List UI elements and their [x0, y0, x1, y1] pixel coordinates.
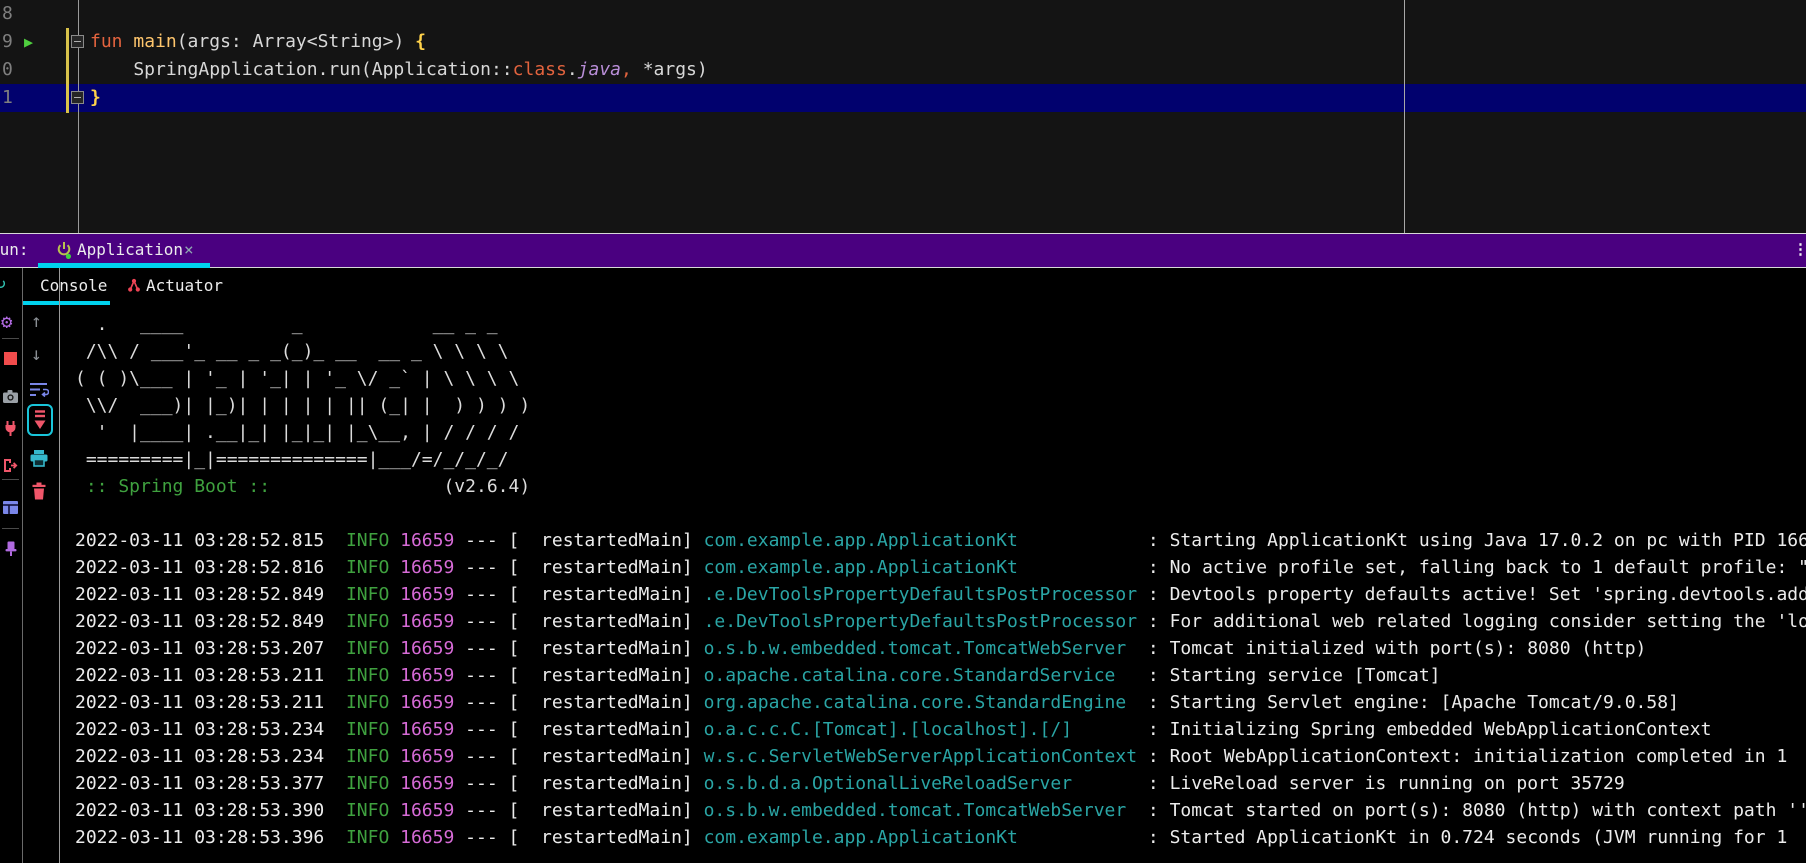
scroll-to-end-icon [32, 409, 48, 431]
right-margin-guide [1404, 0, 1405, 233]
fold-start-icon[interactable] [71, 35, 84, 48]
toolbar-divider [2, 338, 19, 339]
log-line: 2022-03-11 03:28:53.207 INFO 16659 --- [… [75, 638, 1646, 659]
toolbar-divider [2, 528, 19, 529]
console-view-tabs: Console Actuator [0, 268, 1806, 305]
fold-end-icon[interactable] [71, 91, 84, 104]
more-options-icon[interactable]: ⋮ [1793, 234, 1806, 267]
console-output[interactable]: . ____ _ __ _ _ /\\ / ___'_ __ _ _(_)_ _… [60, 311, 1806, 863]
soft-wrap-icon[interactable] [29, 381, 49, 398]
ide-window: 8901 ▶ fun main(args: Array<String>) { S… [0, 0, 1806, 863]
run-gutter-icon[interactable]: ▶ [24, 28, 33, 56]
log-line: 2022-03-11 03:28:53.211 INFO 16659 --- [… [75, 692, 1679, 713]
print-icon[interactable] [29, 449, 49, 467]
log-line: 2022-03-11 03:28:53.211 INFO 16659 --- [… [75, 665, 1441, 686]
log-line: 2022-03-11 03:28:52.849 INFO 16659 --- [… [75, 611, 1806, 632]
exit-process-icon[interactable] [2, 457, 19, 474]
log-line: 2022-03-11 03:28:53.396 INFO 16659 --- [… [75, 827, 1787, 848]
settings-gear-icon[interactable]: ⚙ [1, 313, 12, 331]
pin-tab-icon[interactable] [3, 540, 19, 557]
active-console-tab-underline [22, 301, 110, 305]
rerun-icon[interactable]: ↻ [0, 274, 6, 292]
log-line: 2022-03-11 03:28:53.377 INFO 16659 --- [… [75, 773, 1625, 794]
code-line: } [90, 84, 101, 112]
caret-line-highlight [0, 84, 1806, 112]
toolbar-separator [22, 268, 23, 863]
modified-lines-bar [66, 28, 69, 113]
toolbar-divider [2, 479, 19, 480]
log-line: 2022-03-11 03:28:52.849 INFO 16659 --- [… [75, 584, 1806, 605]
plug-hotswap-icon[interactable] [2, 420, 19, 437]
tab-console[interactable]: Console [40, 268, 107, 305]
log-line: 2022-03-11 03:28:53.234 INFO 16659 --- [… [75, 719, 1711, 740]
tab-actuator[interactable]: Actuator [146, 268, 223, 305]
up-stack-trace-icon[interactable]: ↑ [31, 313, 42, 331]
spring-run-config-icon [55, 240, 73, 260]
code-editor[interactable]: 8901 ▶ fun main(args: Array<String>) { S… [0, 0, 1806, 233]
line-number: 9 [2, 28, 16, 56]
camera-thread-dump-icon[interactable] [2, 389, 19, 404]
log-line: 2022-03-11 03:28:53.390 INFO 16659 --- [… [75, 800, 1806, 821]
code-line: SpringApplication.run(Application::class… [90, 56, 708, 84]
run-toolwindow-header: Run: Application × ⋮ [0, 234, 1806, 267]
clear-all-trash-icon[interactable] [31, 482, 47, 500]
run-window-title: Run: [0, 234, 29, 267]
log-line: 2022-03-11 03:28:52.816 INFO 16659 --- [… [75, 557, 1806, 578]
down-stack-trace-icon[interactable]: ↓ [31, 346, 42, 364]
code-line: fun main(args: Array<String>) { [90, 28, 426, 56]
log-line: 2022-03-11 03:28:52.815 INFO 16659 --- [… [75, 530, 1806, 551]
layout-restore-icon[interactable] [2, 500, 19, 515]
line-number: 0 [2, 56, 16, 84]
scroll-to-end-button-selected[interactable] [27, 404, 53, 436]
line-number: 8 [2, 0, 16, 28]
line-number: 1 [2, 84, 16, 112]
stop-icon[interactable] [4, 352, 17, 365]
console-log-text: . ____ _ __ _ _ /\\ / ___'_ __ _ _(_)_ _… [60, 311, 1806, 851]
log-line: 2022-03-11 03:28:53.234 INFO 16659 --- [… [75, 746, 1787, 767]
actuator-icon [126, 278, 142, 294]
